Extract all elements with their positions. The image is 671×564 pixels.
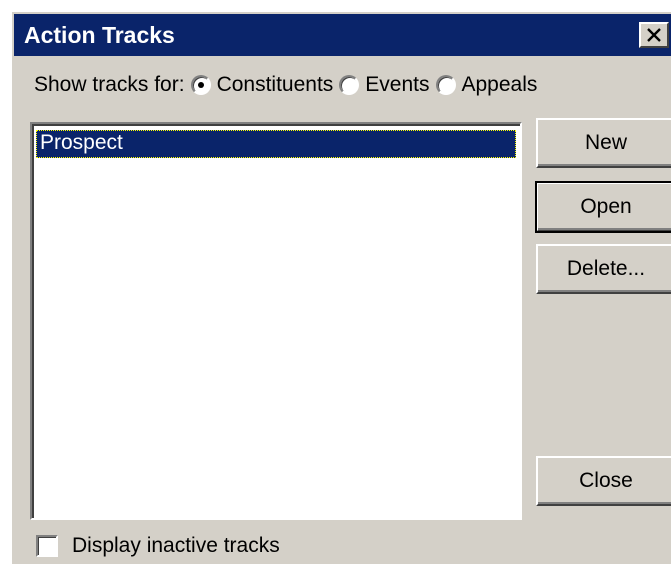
- radio-constituents[interactable]: Constituents: [190, 73, 334, 97]
- open-button[interactable]: Open: [535, 181, 671, 233]
- new-button[interactable]: New: [536, 118, 671, 168]
- radio-appeals[interactable]: Appeals: [435, 73, 538, 97]
- title-bar[interactable]: Action Tracks: [14, 14, 671, 56]
- close-window-button[interactable]: [639, 22, 669, 48]
- show-tracks-row: Show tracks for: Constituents Events App…: [34, 70, 543, 100]
- tracks-listbox[interactable]: Prospect: [30, 122, 522, 520]
- window-title: Action Tracks: [24, 22, 175, 48]
- radio-constituents-label: Constituents: [216, 73, 334, 96]
- show-tracks-label: Show tracks for:: [34, 73, 185, 96]
- radio-appeals-label: Appeals: [461, 73, 538, 96]
- radio-button-icon: [339, 75, 360, 95]
- display-inactive-label: Display inactive tracks: [72, 534, 280, 557]
- display-inactive-checkbox[interactable]: [36, 535, 58, 557]
- close-button[interactable]: Close: [536, 456, 671, 506]
- radio-events-label: Events: [365, 73, 430, 96]
- display-inactive-row[interactable]: Display inactive tracks: [36, 534, 280, 558]
- radio-button-icon: [435, 75, 456, 95]
- action-tracks-dialog: Action Tracks Show tracks for: Constitue…: [10, 10, 671, 564]
- close-icon: [647, 28, 661, 42]
- list-item[interactable]: Prospect: [36, 130, 516, 158]
- radio-events[interactable]: Events: [339, 73, 430, 97]
- radio-button-icon: [190, 75, 211, 95]
- delete-button[interactable]: Delete...: [536, 244, 671, 294]
